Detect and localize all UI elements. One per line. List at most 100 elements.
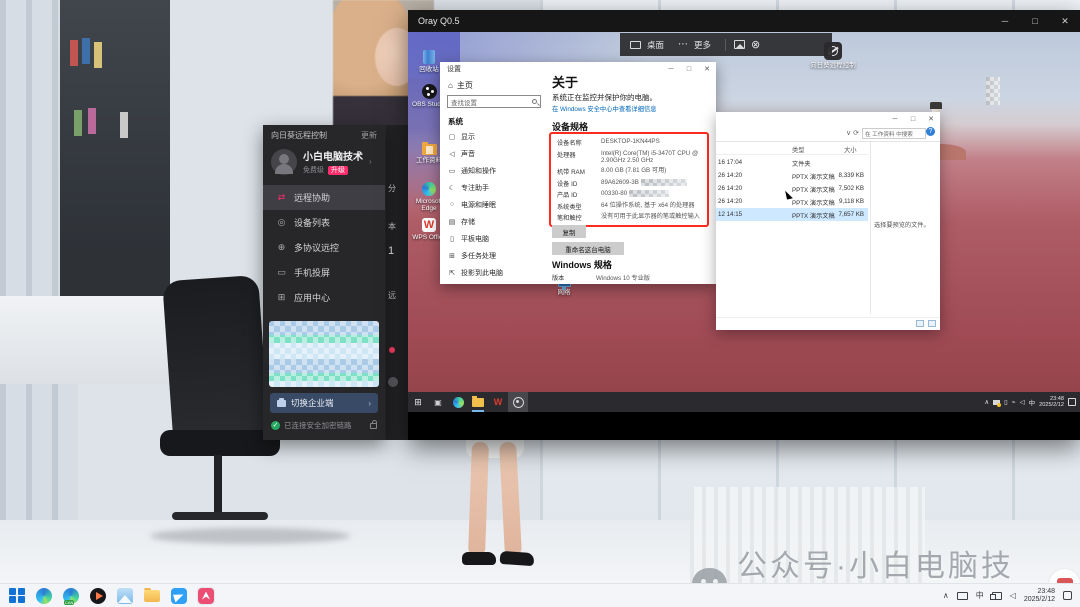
taskbar-edge-button[interactable] [35,587,53,605]
help-icon[interactable]: ? [926,127,935,136]
storage-icon: ▤ [448,218,456,226]
maximize-button[interactable]: □ [1020,10,1050,32]
update-link[interactable]: 更新 [361,130,377,141]
copy-button[interactable]: 复制 [552,225,586,238]
remote-explorer-button[interactable] [468,392,488,412]
nav-item-notifications[interactable]: ▭通知和操作 [440,162,548,179]
censored-block [986,77,1000,105]
chevron-right-icon: › [368,399,371,408]
oray-titlebar[interactable]: Oray Q0.5 ─ □ ✕ [408,10,1080,32]
network-icon[interactable] [992,592,1002,600]
toolbar-desktop-label[interactable]: 桌面 [647,39,664,51]
tray-chevron-up-icon[interactable]: ∧ [943,591,949,600]
minimize-button[interactable]: ─ [886,112,904,126]
preview-divider [870,142,871,314]
sound-icon: ◁ [448,150,456,158]
switch-enterprise-button[interactable]: 切换企业端 › [270,393,378,413]
file-list: 16 17:04文件夹 26 14:20PPTX 演示文稿8,339 KB 26… [716,156,868,221]
sidebar-item-remote-assist[interactable]: 远程协助 [263,185,385,210]
detail-view-button[interactable] [928,320,936,327]
remote-toolbar: 桌面 更多 [620,33,832,56]
column-type[interactable]: 类型 [792,145,805,154]
taskbar-edge-canary-button[interactable]: CAN [62,587,80,605]
toolbar-more-label[interactable]: 更多 [694,39,711,51]
rename-pc-button[interactable]: 重命名这台电脑 [552,242,624,255]
wallpaper-chair-base [172,512,268,520]
nav-item-storage[interactable]: ▤存储 [440,213,548,230]
file-row[interactable]: 26 14:20PPTX 演示文稿8,339 KB [716,169,868,182]
spec-row: 笔和触控没有可用于此显示器的笔或触控输入 [557,213,703,222]
nav-item-display[interactable]: ▢显示 [440,128,548,145]
maximize-button[interactable]: □ [904,112,922,126]
wallpaper-chair-pole [214,455,222,515]
spec-row: 机带 RAM8.00 GB (7.81 GB 可用) [557,167,703,176]
ad-banner-blurred[interactable] [269,321,379,387]
app-center-icon [276,292,287,303]
screenshot-icon[interactable] [734,40,745,49]
tray-ime[interactable]: 中 [976,590,984,601]
nav-item-multitasking[interactable]: ⊞多任务处理 [440,247,548,264]
taskbar-sunflower-button[interactable] [197,587,215,605]
minimize-button[interactable]: ─ [990,10,1020,32]
tray-phone-icon[interactable]: ▯ [1004,398,1008,406]
tray-network-icon[interactable]: ⌁ [1012,398,1016,406]
tray-security-flag-icon[interactable] [993,400,1000,405]
file-row-selected[interactable]: 12 14:15PPTX 演示文稿7,657 KB [716,208,868,221]
profile-card[interactable]: 小白电脑技术 免费级 升级 › [263,141,385,181]
list-view-button[interactable] [916,320,924,327]
nav-item-power[interactable]: ○电源和睡眠 [440,196,548,213]
sidebar-item-multi-protocol[interactable]: 多协议远控 [263,235,385,260]
settings-window: 设置 ─ □ ✕ ⌂ 主页 查找设置 系统 ▢显示 [440,62,716,284]
oray-window-title: Oray Q0.5 [418,16,460,26]
explorer-search-input[interactable]: 在 工作资料 中搜索 [862,128,926,139]
switch-enterprise-label: 切换企业端 [291,397,334,409]
tray-ime[interactable]: 中 [1029,397,1036,407]
briefcase-icon [277,400,286,407]
upgrade-badge[interactable]: 升级 [328,166,348,175]
tray-volume-icon[interactable]: ◁ [1020,398,1025,406]
touch-keyboard-icon[interactable] [957,592,968,600]
status-text: 已连接安全加密链路 [284,420,352,431]
remote-start-button[interactable] [408,392,428,412]
nav-item-sound[interactable]: ◁声音 [440,145,548,162]
nav-item-tablet[interactable]: ▯平板电脑 [440,230,548,247]
taskbar-blue-app-button[interactable] [170,587,188,605]
tray-chevron-up-icon[interactable]: ∧ [984,398,989,406]
close-button[interactable]: ✕ [922,112,940,126]
profile-name: 小白电脑技术 [303,148,363,163]
disconnect-icon[interactable] [751,38,760,51]
refresh-icon[interactable]: ∨ ⟳ [846,129,859,137]
close-button[interactable]: ✕ [1050,10,1080,32]
sidebar-item-device-list[interactable]: 设备列表 [263,210,385,235]
sidebar-item-phone-cast[interactable]: 手机投屏 [263,260,385,285]
remote-edge-button[interactable] [448,392,468,412]
notification-center-icon[interactable] [1063,591,1072,600]
file-row[interactable]: 16 17:04文件夹 [716,156,868,169]
wallpaper-chair-seat [160,430,280,456]
remote-task-view-button[interactable] [428,392,448,412]
tray-clock[interactable]: 23:48 2025/2/12 [1039,396,1064,409]
security-center-link[interactable]: 在 Windows 安全中心中查看详细信息 [552,104,657,113]
remote-wps-button[interactable]: W [488,392,508,412]
settings-search-input[interactable]: 查找设置 [447,95,541,108]
sidebar-item-app-center[interactable]: 应用中心 [263,285,385,310]
nav-item-focus[interactable]: ☾专注助手 [440,179,548,196]
photos-icon [117,588,133,604]
taskbar-photos-button[interactable] [116,587,134,605]
about-subtitle: 系统正在监控并保护你的电脑。 [552,92,657,103]
remote-settings-button[interactable] [508,392,528,412]
nav-item-projecting[interactable]: ⇱投影到此电脑 [440,264,548,281]
column-size[interactable]: 大小 [844,145,857,154]
host-clock[interactable]: 23:48 2025/2/12 [1024,588,1055,604]
taskbar-media-player-button[interactable] [89,587,107,605]
start-button[interactable] [8,587,26,605]
explorer-titlebar[interactable]: ─ □ ✕ [716,112,940,126]
folder-icon [144,590,160,602]
explorer-address-row: ∨ ⟳ 在 工作资料 中搜索 ? [716,126,940,142]
sidebar-item-label: 应用中心 [294,291,330,304]
volume-icon[interactable] [1010,591,1016,600]
taskbar-explorer-button[interactable] [143,587,161,605]
tray-notification-icon[interactable] [1068,398,1076,406]
settings-home[interactable]: ⌂ 主页 [448,80,473,91]
file-row[interactable]: 26 14:20PPTX 演示文稿7,502 KB [716,182,868,195]
